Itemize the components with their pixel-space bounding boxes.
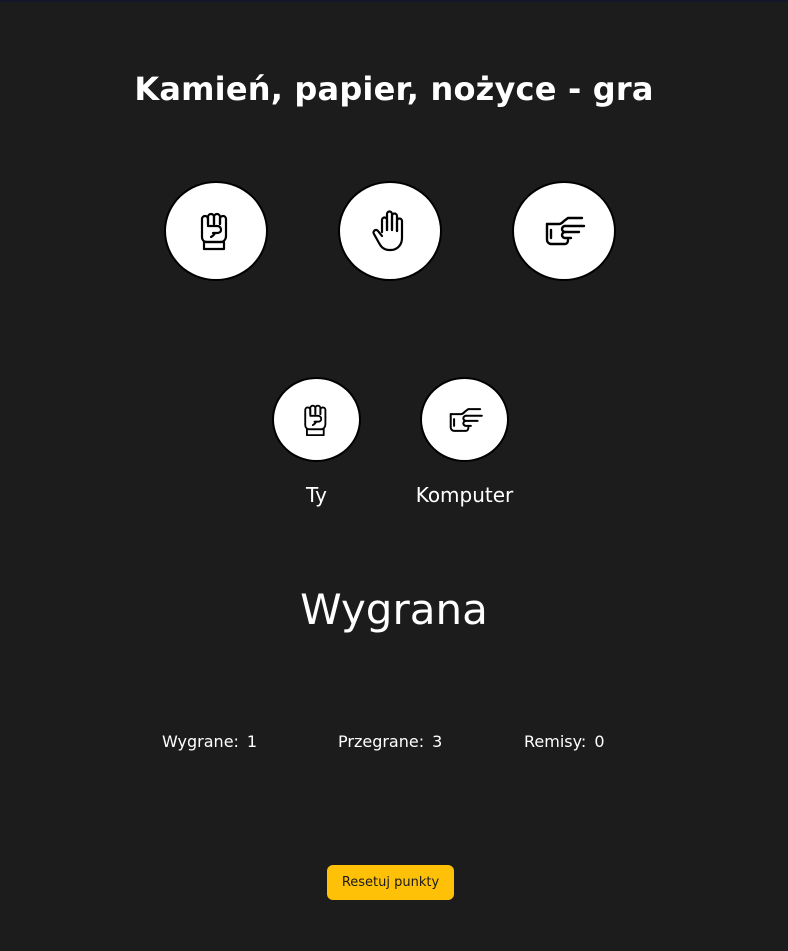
round-outcome: Wygrana [300, 585, 488, 634]
computer-label: Komputer [415, 483, 514, 507]
scissors-hand-icon [449, 407, 483, 432]
player-choice-display [272, 377, 361, 462]
wins-label: Wygrane: [162, 732, 239, 751]
losses-value: 3 [432, 732, 443, 751]
top-border [0, 0, 788, 2]
wins-score: Wygrane: 1 [162, 732, 257, 751]
draws-score: Remisy: 0 [524, 732, 605, 751]
losses-label: Przegrane: [338, 732, 425, 751]
open-hand-icon [372, 210, 404, 252]
paper-button[interactable] [338, 181, 442, 281]
reset-scores-button[interactable]: Resetuj punkty [327, 865, 454, 900]
draws-label: Remisy: [524, 732, 587, 751]
rock-button[interactable] [164, 181, 268, 281]
scissors-hand-icon [545, 216, 586, 246]
fist-icon [200, 212, 228, 251]
scissors-button[interactable] [512, 181, 616, 281]
wins-value: 1 [246, 732, 258, 751]
draws-value: 0 [594, 732, 605, 751]
computer-choice-display [420, 377, 509, 462]
player-label: Ty [306, 483, 327, 507]
fist-icon [303, 404, 326, 436]
page-title: Kamień, papier, nożyce - gra [134, 70, 654, 108]
losses-score: Przegrane: 3 [338, 732, 442, 751]
